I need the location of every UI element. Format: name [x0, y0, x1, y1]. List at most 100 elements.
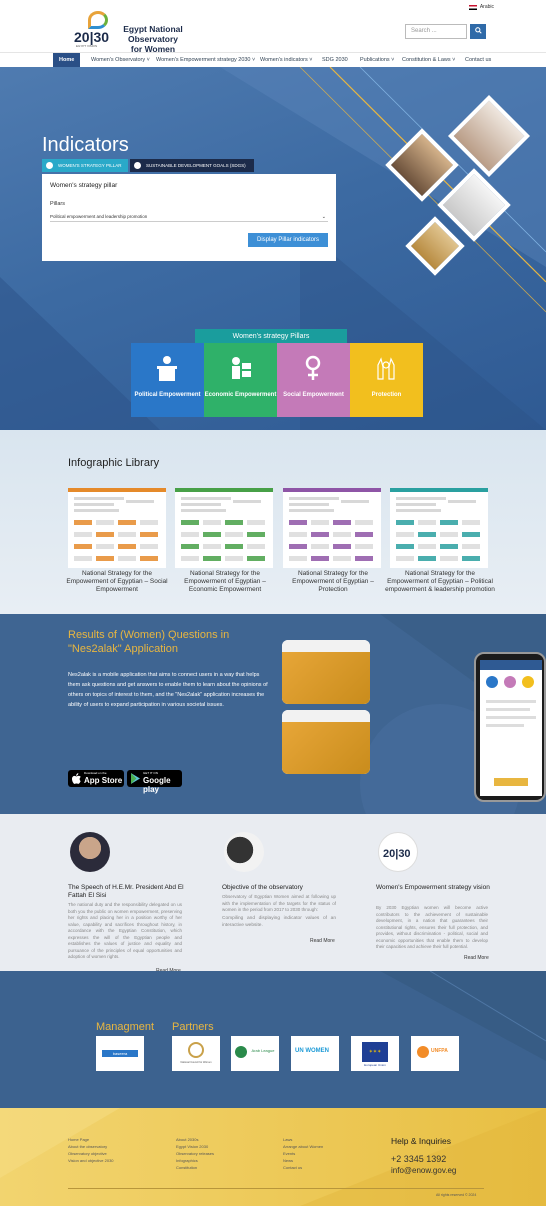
card-block: [462, 556, 480, 561]
card-text-line: [181, 503, 221, 506]
footer-link[interactable]: Arrange about Women: [283, 1143, 323, 1150]
baseera-logo[interactable]: baseera: [96, 1036, 144, 1071]
survey-result-card[interactable]: [282, 640, 370, 704]
footer-link[interactable]: Observatory releases: [176, 1150, 214, 1157]
card-block: [181, 532, 199, 537]
footer-link[interactable]: News: [283, 1157, 323, 1164]
pillar-political[interactable]: Political Empowerment: [131, 343, 204, 417]
unfpa-logo[interactable]: UNFPA: [411, 1036, 459, 1071]
tab-sdg[interactable]: SUSTAINABLE DEVELOPMENT GOALS (SDGS): [130, 159, 254, 172]
pillar-social[interactable]: Social Empowerment: [277, 343, 350, 417]
vision-logo-number: 20|30: [383, 848, 411, 860]
pillar-protection[interactable]: Protection: [350, 343, 423, 417]
vision-title[interactable]: Women's Empowerment strategy vision: [376, 884, 496, 892]
footer-link[interactable]: About 2030s: [176, 1136, 214, 1143]
card-block: [355, 544, 373, 549]
infographic-caption[interactable]: National Strategy for the Empowerment of…: [385, 570, 495, 594]
objective-text-2: Compiling and displaying indicator value…: [222, 916, 336, 928]
speech-title[interactable]: The Speech of H.E.Mr. President Abd El F…: [68, 884, 198, 900]
footer-link[interactable]: Infographics: [176, 1157, 214, 1164]
tab-sdg-label: SUSTAINABLE DEVELOPMENT GOALS (SDGS): [146, 163, 246, 168]
display-indicators-button[interactable]: Display Pillar indicators: [248, 233, 328, 247]
infographic-library: Infographic Library National Strategy fo…: [0, 430, 546, 614]
footer-link[interactable]: Events: [283, 1150, 323, 1157]
phone-screen: [480, 660, 542, 796]
infographic-card[interactable]: [390, 488, 488, 568]
card-block: [311, 544, 329, 549]
pillars-section-title: Women's strategy Pillars: [195, 329, 347, 344]
nav-empowerment-strategy[interactable]: Women's Empowerment strategy 2030 ˅: [156, 53, 255, 68]
infographic-card[interactable]: [283, 488, 381, 568]
card-block: [333, 520, 351, 525]
pillar-tab-icon: [46, 162, 53, 169]
female-symbol-icon: [301, 355, 325, 381]
ncw-logo-label: National Council for Women: [180, 1061, 212, 1064]
phone-number[interactable]: +2 3345 1392: [391, 1154, 446, 1164]
search-input[interactable]: Search ...: [405, 24, 467, 39]
read-more-link[interactable]: Read More: [464, 955, 489, 961]
tab-womens-strategy[interactable]: WOMEN'S STRATEGY PILLAR: [42, 159, 128, 172]
phone-mockup: [474, 652, 546, 802]
infographic-caption[interactable]: National Strategy for the Empowerment of…: [62, 570, 172, 594]
survey-result-card[interactable]: [282, 710, 370, 774]
read-more-link[interactable]: Read More: [310, 938, 335, 944]
vision-text: By 2030 Egyptian women will become activ…: [376, 905, 488, 949]
footer-link[interactable]: Egypt Vision 2030: [176, 1143, 214, 1150]
pillar-economic[interactable]: Economic Empowerment: [204, 343, 277, 417]
footer-link[interactable]: About the observatory: [68, 1143, 114, 1150]
card-block: [118, 532, 136, 537]
googleplay-label: Google play: [143, 776, 171, 794]
observatory-icon: [224, 832, 264, 872]
app-section-title: Results of (Women) Questions in "Nes2ala…: [68, 629, 230, 655]
pillar-political-label: Political Empowerment: [134, 392, 201, 398]
card-block: [311, 532, 329, 537]
card-block: [289, 520, 307, 525]
logo-sub: EGYPT VISION: [76, 44, 98, 48]
language-switch[interactable]: Arabic: [468, 4, 494, 10]
nav-publications[interactable]: Publications ˅: [360, 53, 394, 68]
nav-home[interactable]: Home: [53, 53, 81, 68]
card-block: [440, 556, 458, 561]
footer-link[interactable]: Constitution: [176, 1164, 214, 1171]
pillars-select[interactable]: Political empowerment and leadership pro…: [50, 212, 328, 222]
site-title[interactable]: Egypt National Observatory for Women: [106, 24, 200, 54]
card-block: [289, 544, 307, 549]
card-block: [140, 532, 158, 537]
card-block: [355, 520, 373, 525]
ncw-logo[interactable]: National Council for Women: [172, 1036, 220, 1071]
nav-womens-observatory[interactable]: Women's Observatory ˅: [91, 53, 150, 68]
footer-link[interactable]: Laws: [283, 1136, 323, 1143]
google-play-button[interactable]: GET IT ON Google play: [127, 770, 182, 794]
language-label[interactable]: Arabic: [480, 4, 494, 10]
footer-link[interactable]: Home Page: [68, 1136, 114, 1143]
infographic-caption[interactable]: National Strategy for the Empowerment of…: [170, 570, 280, 594]
search-button[interactable]: [470, 24, 486, 39]
card-block: [225, 556, 243, 561]
nav-constitution-laws[interactable]: Constitution & Laws ˅: [402, 53, 455, 68]
infographic-card[interactable]: [175, 488, 273, 568]
money-icon: [228, 355, 252, 381]
card-text-line: [126, 500, 154, 503]
un-women-logo[interactable]: UN WOMEN: [291, 1036, 339, 1071]
footer-link[interactable]: Contact us: [283, 1164, 323, 1171]
card-block: [396, 532, 414, 537]
objective-title[interactable]: Objective of the observatory: [222, 884, 342, 892]
card-text-line: [74, 509, 119, 512]
card-image: [282, 652, 370, 704]
card-block: [440, 532, 458, 537]
card-block: [462, 532, 480, 537]
infographic-card[interactable]: [68, 488, 166, 568]
footer-link[interactable]: Observatory objective: [68, 1150, 114, 1157]
app-store-button[interactable]: Download on the App Store: [68, 770, 124, 787]
main-nav: Home Women's Observatory ˅ Women's Empow…: [0, 52, 546, 68]
unfpa-logo-label: UNFPA: [431, 1048, 448, 1054]
footer-link[interactable]: Vision and objective 2030: [68, 1157, 114, 1164]
nav-sdg[interactable]: SDG 2030: [322, 53, 348, 68]
card-block: [440, 544, 458, 549]
email-link[interactable]: info@enow.gov.eg: [391, 1166, 456, 1175]
nav-womens-indicators[interactable]: Women's indicators ˅: [260, 53, 312, 68]
arab-league-logo[interactable]: Arab League: [231, 1036, 279, 1071]
infographic-caption[interactable]: National Strategy for the Empowerment of…: [278, 570, 388, 594]
nav-contact[interactable]: Contact us: [465, 53, 491, 68]
eu-logo[interactable]: ✶✶✶ European Union: [351, 1036, 399, 1071]
